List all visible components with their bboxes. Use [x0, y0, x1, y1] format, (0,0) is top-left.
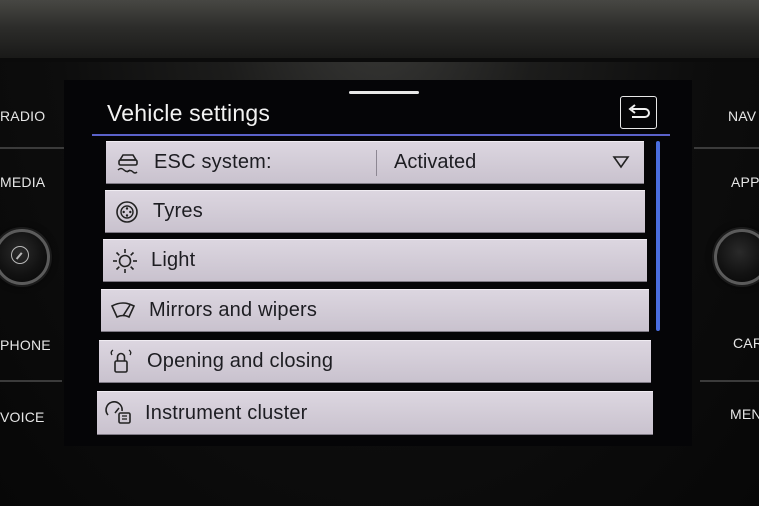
esc-car-skid-icon: [114, 149, 142, 177]
phone-button[interactable]: PHONE: [0, 337, 51, 353]
lock-icon: [107, 348, 135, 376]
power-icon: [11, 246, 29, 264]
tyres-item[interactable]: Tyres: [105, 190, 645, 233]
dashboard-top-edge: [0, 58, 759, 62]
media-button[interactable]: MEDIA: [0, 174, 45, 190]
app-button[interactable]: APP: [731, 174, 759, 190]
return-arrow-icon: [627, 103, 650, 118]
esc-system-item[interactable]: ESC system: Activated: [106, 141, 644, 184]
dropdown-arrow-icon[interactable]: [612, 155, 630, 174]
radio-button[interactable]: RADIO: [0, 108, 45, 124]
left-separator: [0, 147, 70, 149]
opening-and-closing-label: Opening and closing: [147, 350, 334, 372]
voice-button[interactable]: VOICE: [0, 409, 45, 425]
esc-system-label: ESC system:: [154, 151, 272, 173]
nav-button[interactable]: NAV: [728, 108, 756, 124]
instrument-cluster-icon: [105, 399, 133, 427]
tyres-label: Tyres: [153, 200, 203, 222]
back-button[interactable]: [620, 96, 657, 129]
dashboard-top-trim: [0, 0, 759, 62]
sun-light-icon: [111, 247, 139, 275]
light-label: Light: [151, 249, 196, 271]
mirrors-and-wipers-label: Mirrors and wipers: [149, 299, 318, 321]
list-scrollbar[interactable]: [656, 141, 660, 331]
instrument-cluster-item[interactable]: Instrument cluster: [97, 391, 653, 435]
title-underline: [92, 134, 670, 136]
page-title: Vehicle settings: [107, 100, 271, 126]
light-item[interactable]: Light: [103, 239, 647, 282]
tyre-icon: [113, 198, 141, 226]
wiper-icon: [109, 297, 137, 325]
car-button[interactable]: CAR: [733, 335, 759, 351]
left-separator: [0, 380, 62, 382]
right-separator: [700, 380, 759, 382]
opening-and-closing-item[interactable]: Opening and closing: [99, 340, 651, 383]
item-divider: [376, 150, 377, 176]
pull-down-handle[interactable]: [349, 91, 419, 94]
right-separator: [694, 147, 759, 149]
menu-button[interactable]: MENU: [730, 406, 759, 422]
mirrors-and-wipers-item[interactable]: Mirrors and wipers: [101, 289, 649, 332]
instrument-cluster-label: Instrument cluster: [145, 401, 308, 424]
esc-system-value[interactable]: Activated: [394, 151, 476, 174]
